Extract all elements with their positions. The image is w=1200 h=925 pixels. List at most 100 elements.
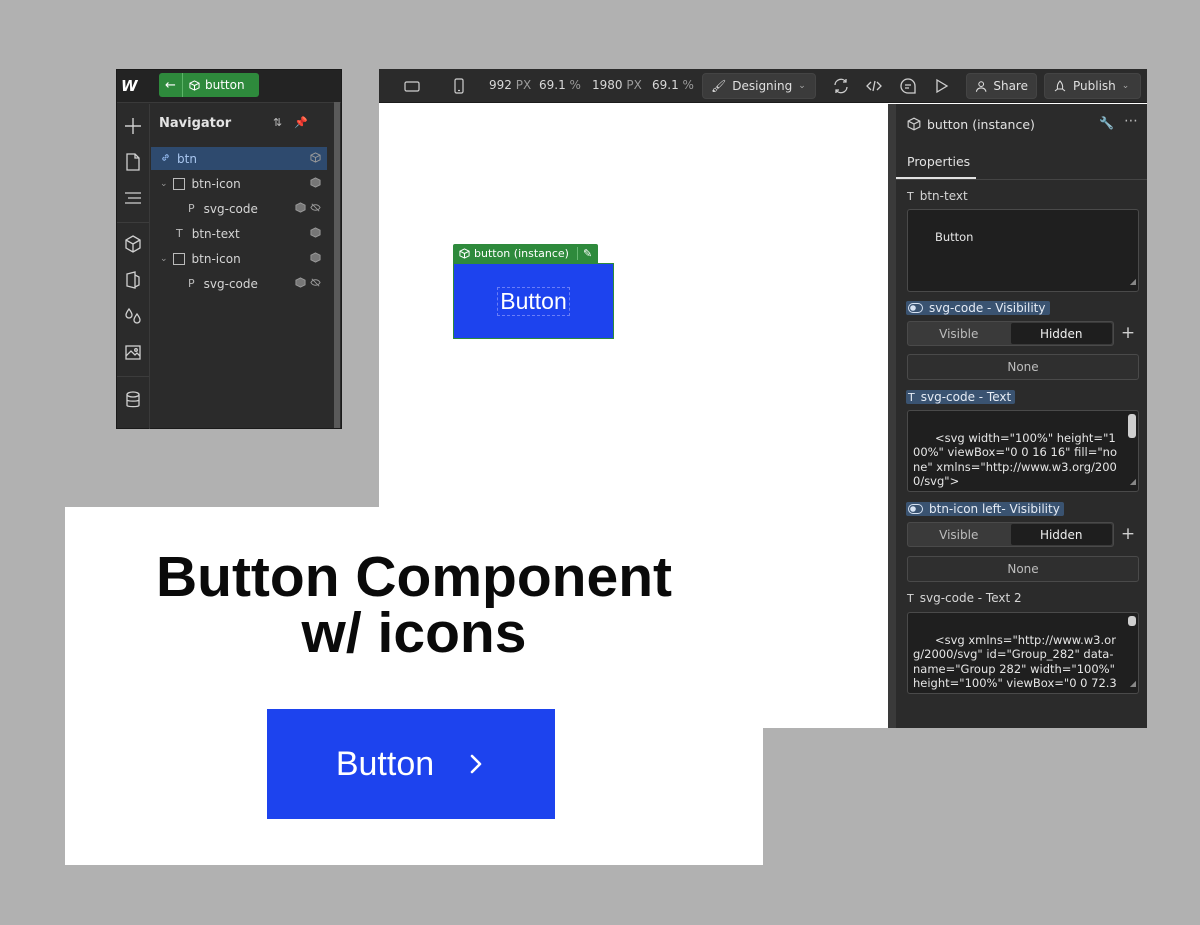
component-icon <box>907 117 921 131</box>
box-icon <box>172 252 185 265</box>
component-breadcrumb[interactable]: ← button <box>159 73 259 97</box>
link-icon <box>160 152 172 166</box>
webflow-logo-icon[interactable]: W <box>121 77 143 95</box>
tab-properties[interactable]: Properties <box>907 154 970 169</box>
component-icon <box>310 152 321 163</box>
field-label-svg-text: T svg-code - Text <box>906 390 1016 404</box>
canvas-button-text[interactable]: Button <box>497 286 570 316</box>
navigator-icon[interactable] <box>121 186 145 210</box>
svg-code-text-input[interactable]: <svg width="100%" height="100%" viewBox=… <box>907 410 1139 492</box>
more-options-icon[interactable]: ⋯ <box>1124 113 1138 129</box>
canvas-zoom-1: 69.1 % <box>539 78 581 92</box>
tree-item-btn-text[interactable]: T btn-text <box>151 222 327 245</box>
publish-button[interactable]: Publish ⌄ <box>1044 73 1141 99</box>
paragraph-icon: P <box>188 277 195 290</box>
pages-icon[interactable] <box>121 150 145 174</box>
tab-active-underline <box>896 177 976 179</box>
text-icon: T <box>907 591 914 605</box>
add-icon[interactable]: + <box>1120 325 1136 342</box>
text-icon: T <box>176 227 183 240</box>
visibility-binding-select[interactable]: None <box>907 556 1139 582</box>
share-button[interactable]: Share <box>966 73 1037 99</box>
tab-divider <box>896 179 1147 180</box>
tree-item-svg-code[interactable]: P svg-code <box>151 197 327 220</box>
properties-panel: button (instance) 🔧 ⋯ Properties T btn-t… <box>896 104 1147 728</box>
canvas-zoom-2: 69.1 % <box>652 78 694 92</box>
tree-item-label: btn-text <box>191 226 240 241</box>
styles-icon[interactable] <box>121 268 145 292</box>
btn-icon-visibility-toggle[interactable]: Visible Hidden <box>907 522 1114 547</box>
text-icon: T <box>907 189 914 203</box>
tree-item-svg-code[interactable]: P svg-code <box>151 272 327 295</box>
instance-title: button (instance) <box>927 117 1035 132</box>
back-arrow-icon[interactable]: ← <box>159 73 183 97</box>
cms-database-icon[interactable] <box>121 388 145 412</box>
field-label-btn-icon-visibility: btn-icon left- Visibility <box>906 502 1064 516</box>
sample-button-label: Button <box>335 744 435 783</box>
textarea-scrollbar[interactable] <box>1128 414 1136 438</box>
tree-item-btn-icon[interactable]: ⌄ btn-icon <box>151 247 327 270</box>
preview-play-icon[interactable] <box>932 77 950 95</box>
toolstrip-divider <box>117 376 149 377</box>
svg-code-text-2-input[interactable]: <svg xmlns="http://www.w3.org/2000/svg" … <box>907 612 1139 694</box>
title-card: Button Component w/ icons Button <box>65 507 763 865</box>
paragraph-icon: P <box>188 202 195 215</box>
chevron-down-icon[interactable]: ⌄ <box>160 179 168 189</box>
tree-item-btn[interactable]: btn <box>151 147 327 170</box>
collapse-all-icon[interactable]: ⇅ <box>273 116 282 132</box>
chevron-down-icon: ⌄ <box>798 81 806 91</box>
eye-off-icon[interactable] <box>310 202 321 213</box>
mode-dropdown[interactable]: 🖌 Designing ⌄ <box>702 73 816 99</box>
add-icon[interactable] <box>121 114 145 138</box>
component-icon <box>310 227 321 238</box>
btn-text-input[interactable]: Button ◢ <box>907 209 1139 292</box>
chevron-right-icon <box>470 754 482 774</box>
card-heading: Button Component w/ icons <box>155 545 673 665</box>
component-icon <box>189 79 200 91</box>
hidden-option[interactable]: Hidden <box>1010 323 1112 344</box>
wrench-icon[interactable]: 🔧 <box>1099 116 1114 130</box>
sample-button[interactable]: Button <box>267 709 555 819</box>
edit-pencil-icon[interactable]: ✎ <box>576 247 592 260</box>
svg-visibility-toggle[interactable]: Visible Hidden <box>907 321 1114 346</box>
toggle-icon <box>908 504 923 514</box>
canvas-button-element[interactable]: Button <box>453 263 614 339</box>
desktop-breakpoint-icon[interactable] <box>403 77 421 95</box>
toolstrip-divider <box>117 222 149 223</box>
resize-grip-icon[interactable]: ◢ <box>1130 677 1136 692</box>
tree-item-btn-icon[interactable]: ⌄ btn-icon <box>151 172 327 195</box>
component-chip-label: button <box>205 78 245 92</box>
hidden-option[interactable]: Hidden <box>1010 524 1112 545</box>
comments-icon[interactable] <box>899 77 917 95</box>
toggle-icon <box>908 303 923 313</box>
tree-item-label: svg-code <box>203 276 258 291</box>
canvas-height[interactable]: 1980 PX <box>592 78 642 92</box>
resize-grip-icon[interactable]: ◢ <box>1130 475 1136 490</box>
tree-item-label: btn-icon <box>191 176 241 191</box>
refresh-icon[interactable] <box>832 77 850 95</box>
navigator-scrollbar[interactable] <box>334 102 340 428</box>
visible-option[interactable]: Visible <box>908 322 1010 345</box>
canvas-scrollbar[interactable] <box>888 104 896 728</box>
visibility-binding-select[interactable]: None <box>907 354 1139 380</box>
textarea-scrollbar[interactable] <box>1128 616 1136 626</box>
eye-off-icon[interactable] <box>310 277 321 288</box>
resize-grip-icon[interactable]: ◢ <box>1130 275 1136 290</box>
selection-tag[interactable]: button (instance) ✎ <box>453 244 599 263</box>
chevron-down-icon[interactable]: ⌄ <box>160 254 168 264</box>
components-icon[interactable] <box>121 232 145 256</box>
user-icon <box>975 80 987 92</box>
assets-icon[interactable] <box>121 340 145 364</box>
visible-option[interactable]: Visible <box>908 523 1010 546</box>
pin-icon[interactable]: 📌 <box>294 116 308 132</box>
brush-icon: 🖌 <box>711 79 727 93</box>
variables-icon[interactable] <box>121 304 145 328</box>
add-icon[interactable]: + <box>1120 526 1136 543</box>
chevron-down-icon: ⌄ <box>1121 81 1130 91</box>
component-icon <box>310 177 321 188</box>
mobile-breakpoint-icon[interactable] <box>450 77 468 95</box>
navigator-title: Navigator <box>159 116 232 131</box>
canvas-width[interactable]: 992 PX <box>489 78 531 92</box>
code-icon[interactable] <box>865 77 883 95</box>
component-icon <box>295 202 306 213</box>
